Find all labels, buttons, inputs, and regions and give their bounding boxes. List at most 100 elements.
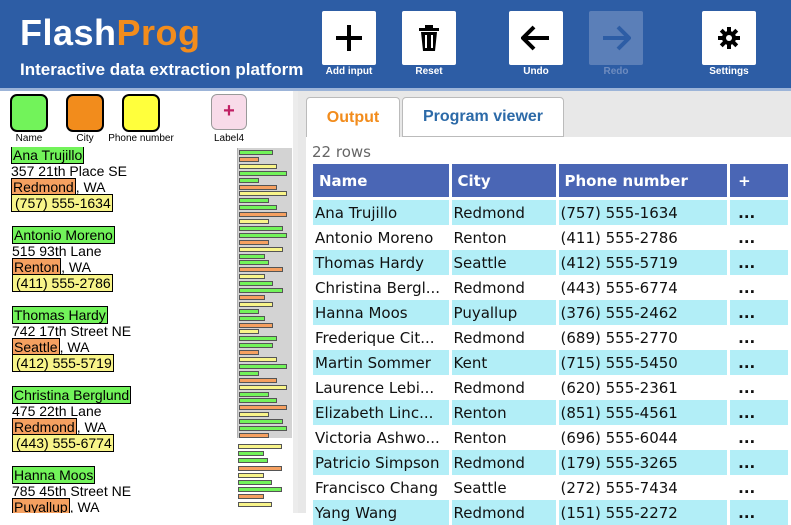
cell-city[interactable]: Kent (451, 350, 556, 375)
cell-phone[interactable]: (179) 555-3265 (558, 450, 728, 475)
cell-phone[interactable]: (851) 555-4561 (558, 400, 728, 425)
cell-city[interactable]: Puyallup (451, 300, 556, 325)
cell-city[interactable]: Redmond (451, 450, 556, 475)
table-row[interactable]: Ana Trujillo Redmond (757) 555-1634... (313, 200, 788, 225)
cell-phone[interactable]: (715) 555-5450 (558, 350, 728, 375)
cell-more[interactable]: ... (730, 450, 788, 475)
settings-button[interactable] (702, 11, 756, 65)
redo-button[interactable] (589, 11, 643, 65)
minimap-bar (239, 308, 259, 314)
record: Ana Trujillo 357 21th Place SE Redmond, … (11, 147, 127, 212)
table-row[interactable]: Patricio Simpson Redmond (179) 555-3265... (313, 450, 788, 475)
highlight-phone[interactable]: (411) 555-2786 (12, 274, 113, 292)
tab-output[interactable]: Output (306, 97, 400, 137)
cell-city[interactable]: Redmond (451, 375, 556, 400)
column-header-name[interactable]: Name (313, 162, 449, 200)
cell-city[interactable]: Redmond (451, 325, 556, 350)
cell-more[interactable]: ... (730, 425, 788, 450)
cell-city[interactable]: Seattle (451, 475, 556, 500)
tab-program-viewer[interactable]: Program viewer (402, 97, 564, 137)
minimap-bar (239, 253, 265, 259)
cell-more[interactable]: ... (730, 250, 788, 275)
cell-phone[interactable]: (412) 555-5719 (558, 250, 728, 275)
cell-more[interactable]: ... (730, 350, 788, 375)
minimap-bar (238, 501, 272, 507)
cell-name[interactable]: Ana Trujillo (313, 200, 449, 225)
minimap-bar (239, 274, 265, 280)
highlight-name[interactable]: Thomas Hardy (12, 306, 108, 324)
cell-name[interactable]: Martin Sommer (313, 350, 449, 375)
minimap-bar (239, 336, 277, 342)
cell-name[interactable]: Victoria Ashwo... (313, 425, 449, 450)
highlight-name[interactable]: Hanna Moos (12, 466, 96, 484)
cell-phone[interactable]: (376) 555-2462 (558, 300, 728, 325)
minimap-bar (239, 412, 269, 418)
cell-phone[interactable]: (443) 555-6774 (558, 275, 728, 300)
cell-city[interactable]: Renton (451, 400, 556, 425)
table-row[interactable]: Victoria Ashwo... Renton (696) 555-6044... (313, 425, 788, 450)
minimap-bar (239, 239, 269, 245)
cell-more[interactable]: ... (730, 375, 788, 400)
add-label-button[interactable]: + (211, 94, 247, 130)
app-tagline: Interactive data extraction platform (20, 60, 304, 79)
cell-city[interactable]: Renton (451, 225, 556, 250)
table-row[interactable]: Hanna Moos Puyallup (376) 555-2462... (313, 300, 788, 325)
cell-name[interactable]: Christina Bergl... (313, 275, 449, 300)
cell-name[interactable]: Laurence Lebi... (313, 375, 449, 400)
cell-more[interactable]: ... (730, 200, 788, 225)
cell-name[interactable]: Frederique Cit... (313, 325, 449, 350)
label-swatch-city[interactable] (66, 94, 104, 132)
input-document[interactable]: Ana Trujillo 357 21th Place SE Redmond, … (0, 147, 234, 513)
undo-button[interactable] (509, 11, 563, 65)
cell-more[interactable]: ... (730, 325, 788, 350)
cell-phone[interactable]: (620) 555-2361 (558, 375, 728, 400)
cell-phone[interactable]: (411) 555-2786 (558, 225, 728, 250)
highlight-name[interactable]: Christina Berglund (12, 386, 132, 404)
minimap-bar (238, 465, 282, 471)
cell-more[interactable]: ... (730, 300, 788, 325)
highlight-phone[interactable]: (412) 555-5719 (12, 354, 114, 372)
cell-name[interactable]: Elizabeth Linc... (313, 400, 449, 425)
add-input-button[interactable] (322, 11, 376, 65)
cell-name[interactable]: Hanna Moos (313, 300, 449, 325)
table-row[interactable]: Laurence Lebi... Redmond (620) 555-2361... (313, 375, 788, 400)
cell-phone[interactable]: (757) 555-1634 (558, 200, 728, 225)
cell-more[interactable]: ... (730, 275, 788, 300)
cell-phone[interactable]: (272) 555-7434 (558, 475, 728, 500)
cell-phone[interactable]: (689) 555-2770 (558, 325, 728, 350)
cell-city[interactable]: Renton (451, 425, 556, 450)
label-swatch-name[interactable] (10, 94, 48, 132)
cell-city[interactable]: Redmond (451, 275, 556, 300)
label-swatch-phone[interactable] (122, 94, 160, 132)
table-row[interactable]: Elizabeth Linc... Renton (851) 555-4561... (313, 400, 788, 425)
column-header-phone[interactable]: Phone number (558, 162, 728, 200)
cell-more[interactable]: ... (730, 475, 788, 500)
table-row[interactable]: Frederique Cit... Redmond (689) 555-2770..… (313, 325, 788, 350)
cell-city[interactable]: Redmond (451, 200, 556, 225)
reset-label: Reset (415, 66, 443, 77)
cell-name[interactable]: Antonio Moreno (313, 225, 449, 250)
highlight-phone[interactable]: (757) 555-1634 (11, 194, 113, 212)
cell-phone[interactable]: (696) 555-6044 (558, 425, 728, 450)
cell-more[interactable]: ... (730, 225, 788, 250)
cell-more[interactable]: ... (730, 400, 788, 425)
document-minimap-lower[interactable] (237, 438, 291, 513)
cell-name[interactable]: Thomas Hardy (313, 250, 449, 275)
cell-city[interactable]: Seattle (451, 250, 556, 275)
add-column-button[interactable]: + (730, 162, 788, 200)
output-view: 22 rows Name City Phone number + Ana Tru… (306, 137, 791, 525)
table-row[interactable]: Martin Sommer Kent (715) 555-5450... (313, 350, 788, 375)
cell-name[interactable]: Francisco Chang (313, 475, 449, 500)
cell-name[interactable]: Patricio Simpson (313, 450, 449, 475)
reset-button[interactable] (402, 11, 456, 65)
highlight-name[interactable]: Antonio Moreno (12, 226, 115, 244)
column-header-city[interactable]: City (451, 162, 556, 200)
table-row[interactable]: Christina Bergl... Redmond (443) 555-6774.… (313, 275, 788, 300)
document-minimap[interactable] (237, 148, 292, 438)
highlight-city[interactable]: Puyallup (12, 498, 70, 513)
highlight-name[interactable]: Ana Trujillo (11, 147, 85, 164)
table-row[interactable]: Thomas Hardy Seattle (412) 555-5719... (313, 250, 788, 275)
highlight-phone[interactable]: (443) 555-6774 (12, 434, 114, 452)
table-row[interactable]: Antonio Moreno Renton (411) 555-2786... (313, 225, 788, 250)
table-row[interactable]: Francisco Chang Seattle (272) 555-7434... (313, 475, 788, 500)
